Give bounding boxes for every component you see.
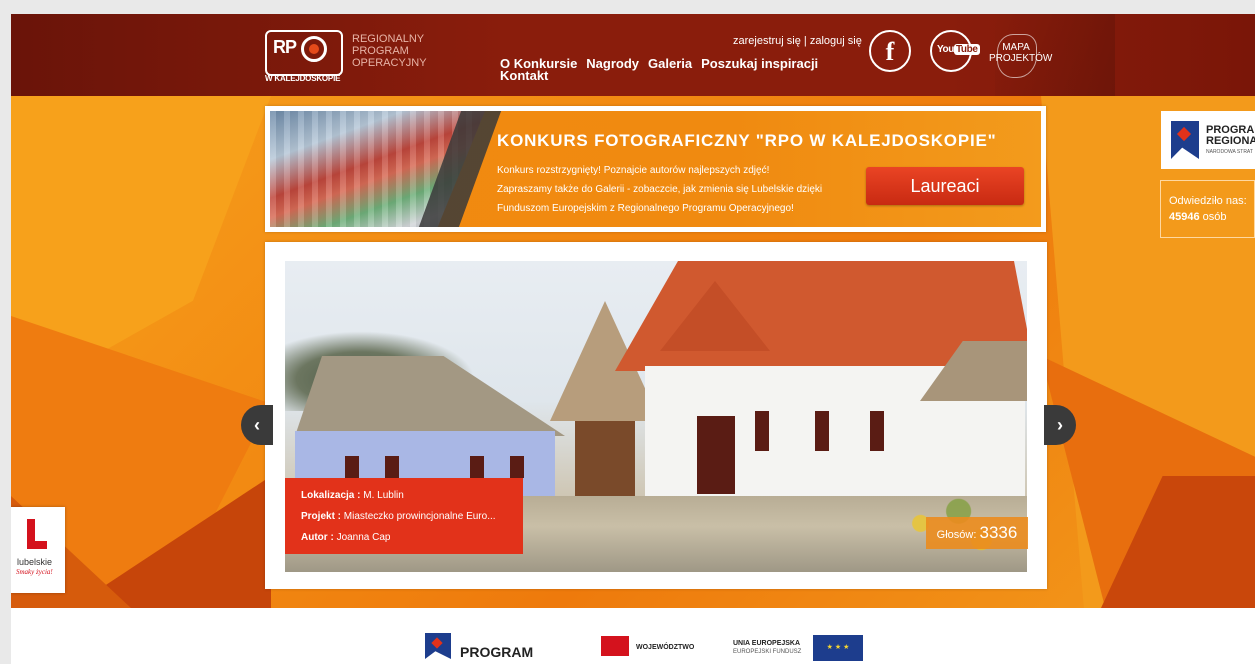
photo-window — [470, 456, 484, 478]
eu-flag-icon: ★ ★ ★ — [813, 635, 863, 661]
photo-window — [815, 411, 829, 451]
visits-label: Odwiedziło nas: — [1169, 195, 1247, 207]
visits-count: 45946 — [1169, 211, 1200, 223]
votes-label: Głosów: — [936, 529, 977, 541]
nav-item-galeria[interactable]: Galeria — [648, 56, 692, 71]
lubelskie-logo[interactable]: lubelskie Smaky życia! — [11, 507, 65, 593]
nav-item-nagrody[interactable]: Nagrody — [586, 56, 639, 71]
auth-separator: | — [803, 35, 807, 47]
program-label: REGIONALNY PROGRAM OPERACYJNY — [352, 33, 427, 69]
photo-slider: Lokalizacja : M. Lublin Projekt : Miaste… — [265, 242, 1047, 589]
flag-icon — [425, 633, 451, 659]
register-link[interactable]: zarejestruj się — [733, 35, 801, 47]
main-nav: O Konkursie Nagrody Galeria Poszukaj inspir… — [500, 56, 840, 83]
youtube-tube-text: Tube — [953, 44, 980, 55]
contest-desc-line: Funduszom Europejskim z Regionalnego Pro… — [497, 203, 794, 214]
photo-door — [697, 416, 735, 494]
logo-subtitle: W KALEJDOSKOPIE — [265, 74, 341, 83]
mapa-label-line1: MAPA — [1002, 42, 1030, 53]
contest-title: KONKURS FOTOGRAFICZNY "RPO W KALEJDOSKOP… — [497, 131, 997, 150]
youtube-you-text: You — [937, 44, 954, 55]
contest-description: Konkurs rozstrzygnięty! Poznajcie autoró… — [497, 161, 877, 218]
lubelskie-slogan: Smaky życia! — [16, 568, 53, 576]
visit-counter: Odwiedziło nas: 45946 osób — [1160, 180, 1255, 238]
footer-ue-subtext: EUROPEJSKI FUNDUSZ — [733, 649, 802, 655]
side-logo-text: PROGRAM REGIONAL — [1206, 125, 1255, 147]
visits-unit: osób — [1202, 211, 1227, 223]
caption-project-value: Miasteczko prowincjonalne Euro... — [343, 511, 496, 522]
photo-window — [870, 411, 884, 451]
side-logo-sub: NARODOWA STRAT — [1206, 149, 1253, 155]
laureaci-button[interactable]: Laureaci — [866, 167, 1024, 205]
page-frame: RP W KALEJDOSKOPIE REGIONALNY PROGRAM OP… — [11, 14, 1255, 664]
facebook-icon[interactable]: f — [869, 30, 911, 72]
wojewodztwo-emblem-icon — [601, 636, 629, 656]
contest-desc-line: Konkurs rozstrzygnięty! Poznajcie autoró… — [497, 165, 770, 176]
caption-author: Autor : Joanna Cap — [301, 527, 523, 548]
side-logo-line2: REGIONAL — [1206, 135, 1255, 147]
youtube-logo: You Tube — [937, 44, 980, 55]
program-regionalny-logo[interactable]: PROGRAM REGIONAL NARODOWA STRAT — [1161, 111, 1255, 169]
header-bar — [11, 14, 1255, 96]
visits-line: 45946 osób — [1169, 209, 1254, 225]
caption-project-label: Projekt : — [301, 511, 342, 522]
flag-icon — [1171, 121, 1199, 159]
youtube-icon[interactable]: You Tube — [930, 30, 980, 72]
footer-wojewodztwo-text: WOJEWÓDZTWO — [636, 644, 695, 651]
footer: PROGRAM WOJEWÓDZTWO UNIA EUROPEJSKA EURO… — [11, 608, 1255, 664]
mapa-projektow-link[interactable]: MAPA PROJEKTÓW — [989, 34, 1053, 78]
contest-desc-line: Zapraszamy także do Galerii - zobaczcie,… — [497, 184, 823, 195]
slider-prev-button[interactable]: ‹ — [241, 405, 273, 445]
logo-text: RP — [273, 37, 297, 57]
votes-badge[interactable]: Głosów: 3336 — [926, 517, 1028, 549]
contest-banner-inner: KONKURS FOTOGRAFICZNY "RPO W KALEJDOSKOP… — [270, 111, 1041, 227]
mapa-label-line2: PROJEKTÓW — [989, 53, 1053, 64]
contest-banner: KONKURS FOTOGRAFICZNY "RPO W KALEJDOSKOP… — [265, 106, 1046, 232]
footer-ue-text: UNIA EUROPEJSKA — [733, 640, 801, 647]
photo-window — [510, 456, 524, 478]
photo-window — [345, 456, 359, 478]
caption-location-label: Lokalizacja : — [301, 490, 361, 501]
photo-roof — [295, 356, 565, 436]
slide-caption: Lokalizacja : M. Lublin Projekt : Miaste… — [285, 478, 523, 554]
site-logo[interactable]: RP W KALEJDOSKOPIE — [265, 24, 355, 86]
votes-count: 3336 — [979, 523, 1018, 542]
caption-author-label: Autor : — [301, 532, 334, 543]
photo-window — [385, 456, 399, 478]
caption-location-value: M. Lublin — [363, 490, 404, 501]
caption-project: Projekt : Miasteczko prowincjonalne Euro… — [301, 506, 523, 527]
camera-lens-icon — [301, 36, 327, 62]
footer-program-text: PROGRAM — [460, 644, 534, 660]
caption-author-value: Joanna Cap — [336, 532, 391, 543]
photo-window — [755, 411, 769, 451]
auth-links: zarejestruj się | zaloguj się — [733, 35, 862, 47]
nav-item-poszukaj-inspiracji[interactable]: Poszukaj inspiracji — [701, 56, 818, 71]
lubelskie-name: lubelskie — [17, 557, 53, 567]
photo-well — [575, 421, 635, 501]
caption-location: Lokalizacja : M. Lublin — [301, 485, 523, 506]
nav-item-kontakt[interactable]: Kontakt — [500, 68, 548, 83]
login-link[interactable]: zaloguj się — [810, 35, 862, 47]
lubelskie-l-icon — [27, 519, 47, 549]
